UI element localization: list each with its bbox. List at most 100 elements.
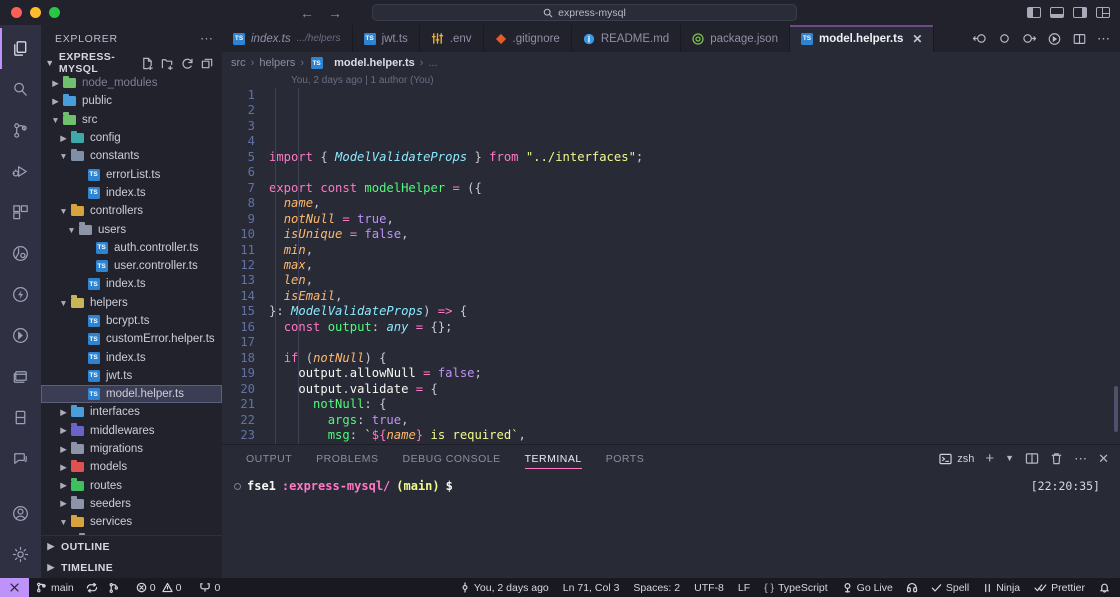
status-sync[interactable]: [81, 578, 103, 597]
panel-tab-output[interactable]: OUTPUT: [234, 445, 304, 472]
activity-item-extensions[interactable]: [0, 192, 41, 233]
status-notifications[interactable]: [1092, 578, 1120, 597]
activity-item-thunder-client[interactable]: [0, 274, 41, 315]
code-line[interactable]: name,: [264, 196, 1120, 211]
more-icon[interactable]: ⋯: [1074, 452, 1087, 465]
tree-folder-node_modules[interactable]: ▶ node_modules: [41, 74, 222, 92]
more-actions-icon[interactable]: ⋯: [1097, 32, 1110, 45]
tree-folder-services[interactable]: ▼ services: [41, 513, 222, 531]
split-left-icon[interactable]: [972, 32, 987, 45]
activity-item-testing[interactable]: [0, 233, 41, 274]
terminal-body[interactable]: fse1:express-mysql/ (main) $ [22:20:35]: [222, 472, 1120, 578]
code-line[interactable]: max,: [264, 258, 1120, 273]
status-eol[interactable]: LF: [731, 578, 757, 597]
breadcrumb-trailing[interactable]: ...: [428, 57, 437, 69]
new-file-icon[interactable]: [141, 57, 154, 70]
status-prettier[interactable]: Prettier: [1027, 578, 1092, 597]
code-line[interactable]: len,: [264, 273, 1120, 288]
code-line[interactable]: isUnique = false,: [264, 227, 1120, 242]
close-panel-icon[interactable]: ✕: [1098, 452, 1109, 465]
code-line[interactable]: const output: any = {};: [264, 320, 1120, 335]
code-editor[interactable]: You, 2 days ago | 1 author (You) 1234567…: [222, 74, 1120, 444]
activity-item-explorer[interactable]: [0, 28, 41, 69]
editor-tab-.gitignore[interactable]: .gitignore: [484, 25, 572, 52]
tree-folder-public[interactable]: ▶ public: [41, 92, 222, 110]
split-terminal-icon[interactable]: [1025, 452, 1039, 465]
tree-folder-helpers[interactable]: ▼ helpers: [41, 294, 222, 312]
editor-tab-index.ts[interactable]: TS index.ts .../helpers: [222, 25, 353, 52]
close-icon[interactable]: ✕: [912, 32, 922, 46]
toggle-panel-icon[interactable]: [1050, 7, 1064, 18]
status-ports[interactable]: 0: [188, 578, 227, 597]
activity-item-run-and-debug[interactable]: [0, 151, 41, 192]
tree-folder-config[interactable]: ▶ config: [41, 129, 222, 147]
ellipsis-icon[interactable]: ⋯: [200, 31, 214, 47]
activity-item-book[interactable]: [0, 397, 41, 438]
minimize-window-button[interactable]: [30, 7, 41, 18]
breadcrumb-part-helpers[interactable]: helpers: [259, 57, 295, 69]
activity-item-accounts[interactable]: [0, 493, 41, 534]
code-line[interactable]: if (notNull) {: [264, 351, 1120, 366]
status-encoding[interactable]: UTF-8: [687, 578, 731, 597]
tree-folder-controllers[interactable]: ▼ controllers: [41, 202, 222, 220]
status-spell-checker[interactable]: Spell: [924, 578, 976, 597]
status-errors[interactable]: 0: [125, 578, 159, 597]
editor-tab-README.md[interactable]: README.md: [572, 25, 682, 52]
breadcrumb-part-src[interactable]: src: [231, 57, 246, 69]
customize-layout-icon[interactable]: [1096, 7, 1110, 18]
command-center[interactable]: express-mysql: [372, 4, 797, 21]
arrow-right-icon[interactable]: →: [328, 6, 342, 20]
tree-file-index.ts[interactable]: TS index.ts: [41, 184, 222, 202]
code-line[interactable]: [264, 165, 1120, 180]
new-terminal-icon[interactable]: +: [985, 451, 994, 466]
code-line[interactable]: notNull: {: [264, 397, 1120, 412]
status-cursor-position[interactable]: Ln 71, Col 3: [556, 578, 627, 597]
activity-item-window-panel[interactable]: [0, 356, 41, 397]
run-icon[interactable]: [1047, 32, 1062, 46]
code-line[interactable]: export const modelHelper = ({: [264, 181, 1120, 196]
outline-section-header[interactable]: ▶ OUTLINE: [41, 536, 222, 557]
maximize-window-button[interactable]: [49, 7, 60, 18]
code-line[interactable]: isEmail,: [264, 289, 1120, 304]
tree-folder-constants[interactable]: ▼ constants: [41, 147, 222, 165]
editor-tab-.env[interactable]: .env: [420, 25, 484, 52]
arrow-left-icon[interactable]: ←: [300, 6, 314, 20]
tree-file-model.helper.ts[interactable]: TS model.helper.ts: [41, 385, 222, 404]
status-language-mode[interactable]: { } TypeScript: [757, 578, 835, 597]
tree-folder-src[interactable]: ▼ src: [41, 111, 222, 129]
breadcrumb-part-file[interactable]: model.helper.ts: [334, 57, 415, 69]
editor-tab-model.helper.ts[interactable]: TS model.helper.ts ✕: [789, 25, 935, 52]
timeline-section-header[interactable]: ▶ TIMELINE: [41, 557, 222, 578]
editor-tab-package.json[interactable]: package.json: [681, 25, 790, 52]
refresh-icon[interactable]: [181, 57, 194, 70]
status-ninja[interactable]: Ninja: [976, 578, 1027, 597]
tree-file-jwt.ts[interactable]: TS jwt.ts: [41, 367, 222, 385]
tree-file-bcrypt.ts[interactable]: TS bcrypt.ts: [41, 312, 222, 330]
tree-file-index.ts[interactable]: TS index.ts: [41, 275, 222, 293]
status-live-share[interactable]: [900, 578, 924, 597]
activity-item-settings[interactable]: [0, 534, 41, 575]
status-git-graph[interactable]: [103, 578, 125, 597]
editor-tab-jwt.ts[interactable]: TS jwt.ts: [353, 25, 420, 52]
code-line[interactable]: [264, 335, 1120, 350]
status-branch[interactable]: main: [29, 578, 81, 597]
kill-terminal-icon[interactable]: [1050, 452, 1063, 465]
tree-file-auth.controller.ts[interactable]: TS auth.controller.ts: [41, 239, 222, 257]
code-line[interactable]: notNull = true,: [264, 212, 1120, 227]
status-remote-indicator[interactable]: [0, 578, 29, 597]
tree-folder-migrations[interactable]: ▶ migrations: [41, 440, 222, 458]
tree-folder-interfaces[interactable]: ▶ interfaces: [41, 403, 222, 421]
editor-scrollbar[interactable]: [1114, 386, 1118, 432]
code-line[interactable]: output.allowNull = false;: [264, 366, 1120, 381]
split-editor-icon[interactable]: [1072, 32, 1087, 46]
code-line[interactable]: args: true,: [264, 413, 1120, 428]
tree-file-user.controller.ts[interactable]: TS user.controller.ts: [41, 257, 222, 275]
tree-folder-users[interactable]: ▼ users: [41, 220, 222, 238]
project-root-header[interactable]: ▼ EXPRESS-MYSQL: [41, 51, 222, 75]
code-content[interactable]: 1234567891011121314151617181920212223242…: [222, 88, 1120, 444]
code-line[interactable]: },: [264, 443, 1120, 444]
chevron-down-icon[interactable]: ▼: [1005, 454, 1014, 463]
tree-folder-routes[interactable]: ▶ routes: [41, 477, 222, 495]
tree-folder-models[interactable]: ▶ models: [41, 458, 222, 476]
tree-file-index.ts[interactable]: TS index.ts: [41, 348, 222, 366]
